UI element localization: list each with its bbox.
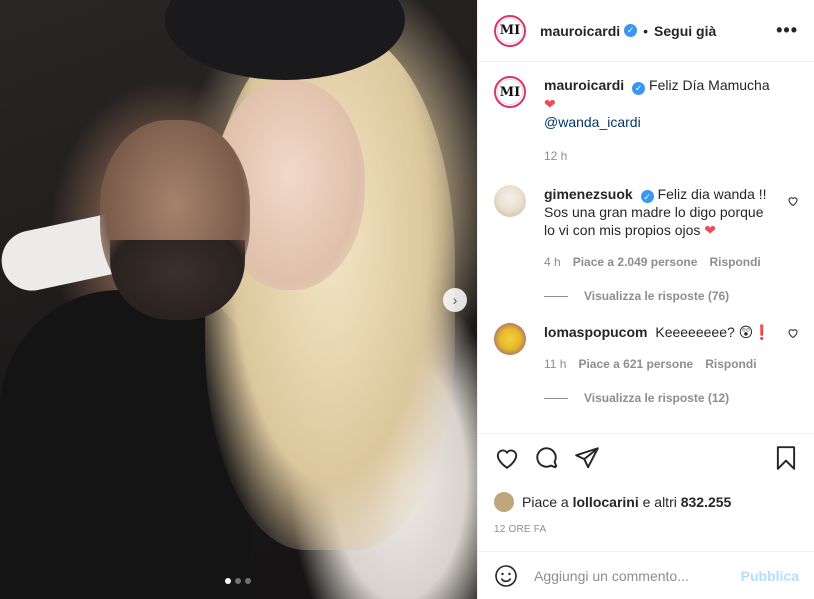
reply-button[interactable]: Rispondi (705, 355, 756, 373)
comment-icon[interactable] (534, 445, 560, 471)
chevron-right-icon: › (452, 292, 458, 308)
comment-username[interactable]: lomaspopucom (544, 324, 647, 340)
emoji-picker-icon[interactable] (494, 564, 518, 588)
avatar-logo: MI (497, 79, 523, 105)
post-container: › MI mauroicardi ✓ • Segui già ••• MI ma… (0, 0, 814, 599)
likes-prefix: Piace a (522, 494, 569, 510)
side-panel: MI mauroicardi ✓ • Segui già ••• MI maur… (477, 0, 814, 599)
view-replies-label: Visualizza le risposte (12) (584, 391, 730, 405)
carousel-indicator (225, 578, 251, 584)
header-separator: • (643, 22, 649, 39)
comment-heart-icon[interactable] (787, 195, 799, 210)
publish-button[interactable]: Pubblica (741, 568, 799, 584)
comment-time: 4 h (544, 255, 561, 269)
caption: MI mauroicardi ✓ Feliz Día Mamucha ❤ @wan… (494, 76, 799, 165)
verified-badge-icon: ✓ (624, 24, 638, 37)
caption-text: Feliz Día Mamucha (649, 77, 770, 93)
red-heart-emoji-icon: ❤ (544, 95, 556, 112)
caption-body: mauroicardi ✓ Feliz Día Mamucha ❤ @wanda_… (544, 76, 799, 165)
post-actions: Piace a lollocarini e altri 832.255 12 O… (478, 433, 814, 535)
verified-badge-icon: ✓ (640, 190, 654, 203)
comments-list[interactable]: MI mauroicardi ✓ Feliz Día Mamucha ❤ @wan… (478, 62, 814, 422)
comment-item: gimenezsuok ✓ Feliz dia wanda !! Sos una … (494, 184, 799, 272)
caption-meta: 12 h (544, 147, 777, 165)
comment-item: lomaspopucom Keeeeeeee? 😲❗ 11 h Piace a … (494, 323, 799, 373)
carousel-dot (245, 578, 251, 584)
avatar-logo: MI (497, 17, 523, 44)
comment-body: lomaspopucom Keeeeeeee? 😲❗ 11 h Piace a … (544, 323, 793, 373)
comment-avatar[interactable] (494, 323, 526, 355)
caption-avatar[interactable]: MI (494, 76, 526, 108)
comment-likes-link[interactable]: Piace a 2.049 persone (573, 253, 698, 271)
comment-avatar[interactable] (494, 184, 526, 217)
comment-input[interactable] (534, 567, 741, 584)
carousel-dot (235, 578, 241, 584)
following-button[interactable]: Segui già (654, 23, 716, 39)
comment-text: Keeeeeeee? (655, 324, 735, 340)
carousel-next-button[interactable]: › (443, 288, 467, 312)
comment-meta: 4 h Piace a 2.049 persone Rispondi (544, 253, 777, 271)
red-heart-emoji-icon: ❤ (704, 222, 717, 238)
likes-summary: Piace a lollocarini e altri 832.255 (494, 492, 799, 512)
likes-mid: e altri (642, 494, 677, 510)
heart-outline-icon (788, 329, 798, 339)
bookmark-icon[interactable] (773, 445, 799, 471)
comment-username[interactable]: gimenezsuok (544, 186, 633, 202)
post-photo[interactable]: › (0, 0, 477, 599)
avatar[interactable]: MI (494, 14, 526, 47)
view-replies-label: Visualizza le risposte (76) (584, 289, 730, 303)
caption-time: 12 h (544, 148, 568, 163)
verified-badge-icon: ✓ (632, 81, 646, 95)
post-header: MI mauroicardi ✓ • Segui già ••• (478, 0, 814, 62)
heart-icon[interactable] (494, 445, 520, 471)
share-icon[interactable] (574, 445, 600, 471)
caption-mention-link[interactable]: @wanda_icardi (544, 114, 641, 130)
comment-meta: 11 h Piace a 621 persone Rispondi (544, 355, 771, 373)
view-replies-button[interactable]: Visualizza le risposte (76) (544, 289, 799, 303)
shocked-face-emoji-icon: 😲❗ (738, 324, 771, 340)
liker-avatar[interactable] (494, 492, 514, 512)
comment-body: gimenezsuok ✓ Feliz dia wanda !! Sos una … (544, 185, 799, 272)
comment-time: 11 h (544, 357, 567, 371)
action-icons (494, 444, 799, 472)
heart-outline-icon (788, 196, 798, 206)
replies-divider (544, 397, 568, 399)
comment-composer: Pubblica (478, 551, 814, 599)
comment-heart-icon[interactable] (787, 327, 799, 342)
view-replies-button[interactable]: Visualizza le risposte (12) (544, 391, 799, 405)
likes-count[interactable]: 832.255 (681, 494, 732, 510)
comment-likes-link[interactable]: Piace a 621 persone (578, 355, 693, 373)
liker-username[interactable]: lollocarini (573, 494, 639, 510)
caption-username[interactable]: mauroicardi (544, 77, 624, 93)
header-username[interactable]: mauroicardi (540, 23, 620, 39)
reply-button[interactable]: Rispondi (709, 253, 760, 271)
replies-divider (544, 295, 568, 297)
post-timestamp[interactable]: 12 ORE FA (494, 524, 799, 535)
more-options-icon[interactable]: ••• (776, 20, 798, 41)
carousel-dot (225, 578, 231, 584)
